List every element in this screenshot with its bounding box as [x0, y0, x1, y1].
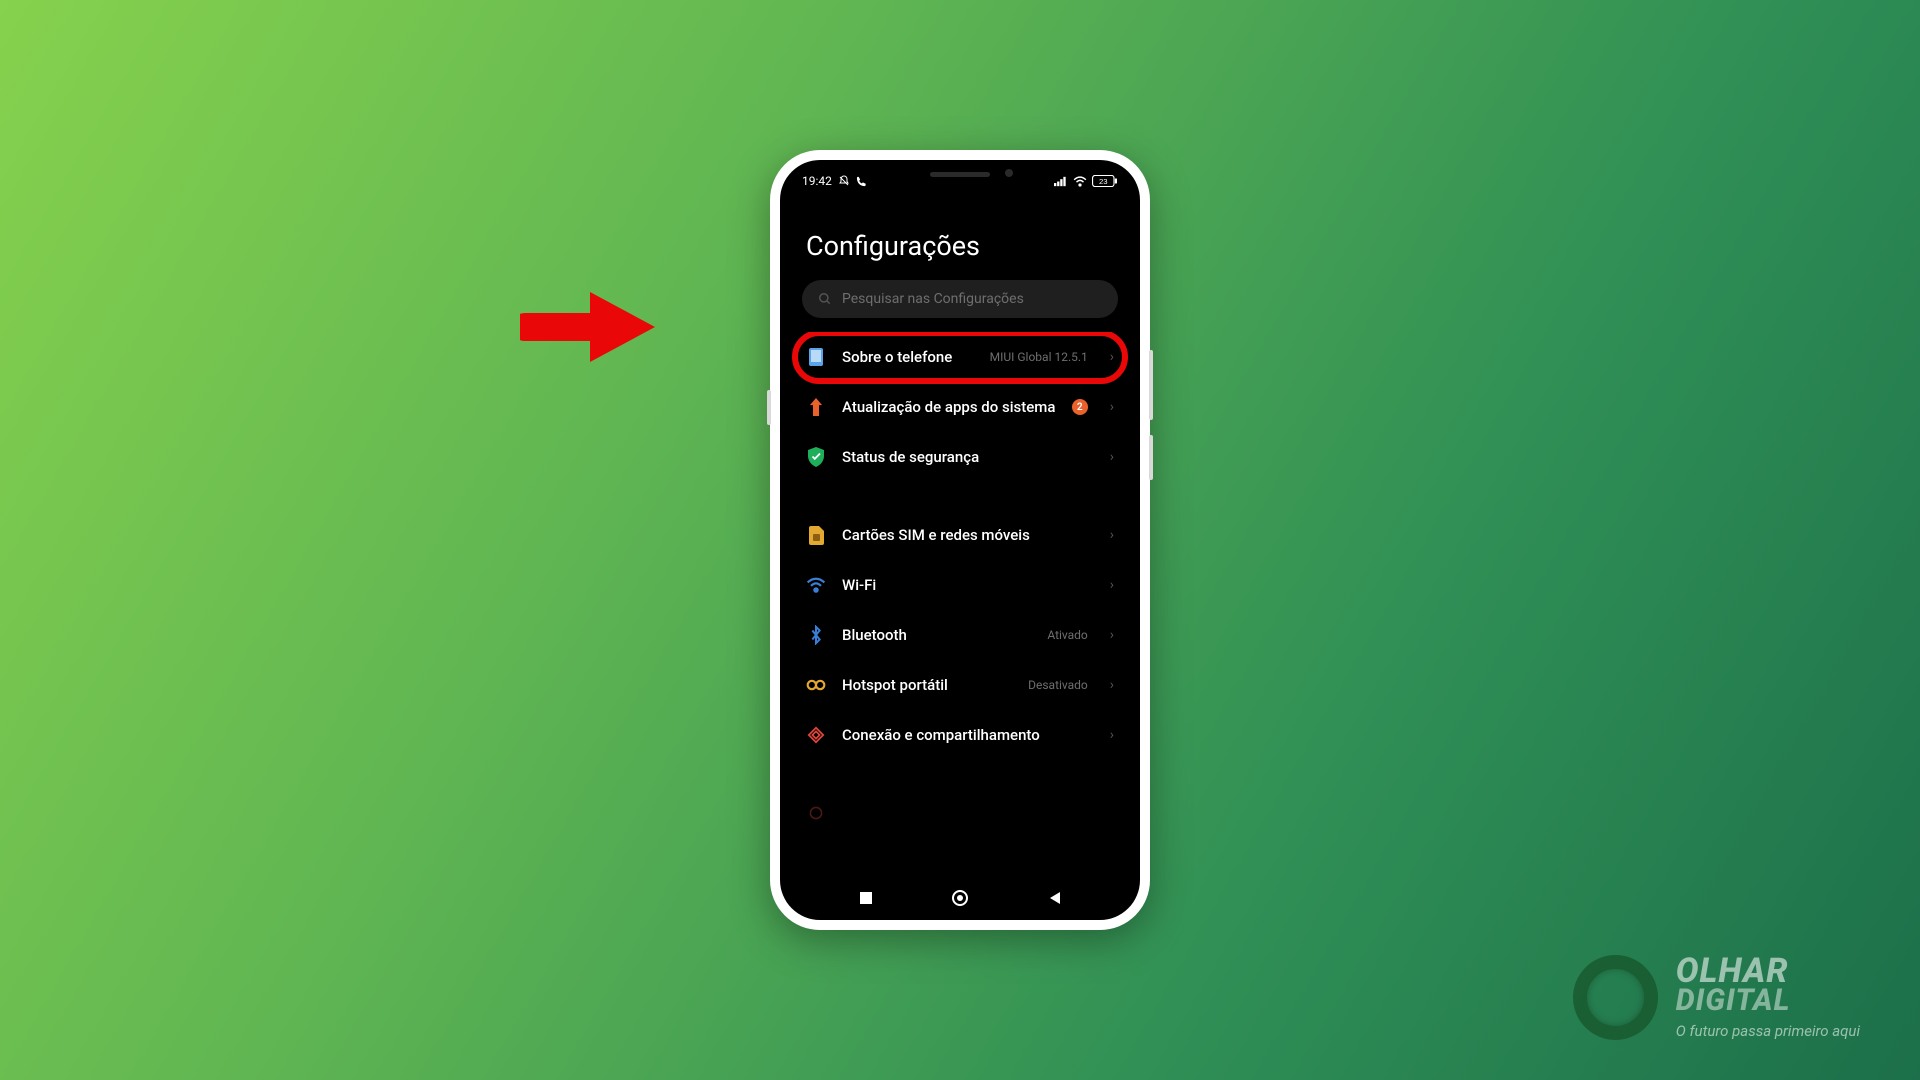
share-icon	[806, 725, 826, 745]
row-sub: Desativado	[1028, 678, 1088, 692]
logo-ring-icon	[1573, 955, 1658, 1040]
status-time: 19:42	[802, 174, 832, 188]
notification-badge: 2	[1072, 399, 1088, 415]
page-title: Configurações	[780, 188, 1140, 280]
signal-icon	[1054, 176, 1068, 187]
section-divider	[784, 760, 1136, 788]
watermark-line2: DIGITAL	[1676, 987, 1860, 1016]
android-nav-bar	[780, 876, 1140, 920]
phone-frame: 19:42 23	[770, 150, 1150, 930]
settings-list[interactable]: Sobre o telefone MIUI Global 12.5.1 › At…	[780, 332, 1140, 876]
row-bluetooth[interactable]: Bluetooth Ativado ›	[784, 610, 1136, 660]
wifi-status-icon	[1073, 176, 1087, 187]
row-security-status[interactable]: Status de segurança ›	[784, 432, 1136, 482]
row-about-phone[interactable]: Sobre o telefone MIUI Global 12.5.1 ›	[784, 332, 1136, 382]
sim-icon	[806, 525, 826, 545]
row-label: Bluetooth	[842, 626, 1031, 645]
chevron-right-icon: ›	[1110, 677, 1114, 693]
hotspot-icon	[806, 675, 826, 695]
notch	[930, 172, 990, 177]
row-label: Sobre o telefone	[842, 348, 974, 367]
volume-button	[1149, 350, 1153, 420]
power-button	[1149, 435, 1153, 480]
search-input[interactable]: Pesquisar nas Configurações	[802, 280, 1118, 318]
side-button	[767, 390, 771, 425]
chevron-right-icon: ›	[1110, 577, 1114, 593]
arrow-up-icon	[806, 397, 826, 417]
row-label: Wi-Fi	[842, 576, 1088, 595]
search-icon	[818, 292, 832, 306]
row-label: Hotspot portátil	[842, 676, 1012, 695]
phone-device-icon	[806, 347, 826, 367]
search-placeholder: Pesquisar nas Configurações	[842, 291, 1024, 307]
chevron-right-icon: ›	[1110, 727, 1114, 743]
row-label: .	[842, 804, 1114, 823]
back-button[interactable]	[1046, 889, 1064, 907]
home-button[interactable]	[951, 889, 969, 907]
display-icon	[806, 803, 826, 823]
watermark-logo: OLHAR DIGITAL O futuro passa primeiro aq…	[1573, 955, 1860, 1040]
wifi-icon	[806, 575, 826, 595]
row-system-apps-update[interactable]: Atualização de apps do sistema 2 ›	[784, 382, 1136, 432]
svg-text:23: 23	[1099, 177, 1108, 186]
row-label: Conexão e compartilhamento	[842, 726, 1088, 745]
chevron-right-icon: ›	[1110, 627, 1114, 643]
row-sub: MIUI Global 12.5.1	[990, 350, 1088, 364]
row-connection-sharing[interactable]: Conexão e compartilhamento ›	[784, 710, 1136, 760]
chevron-right-icon: ›	[1110, 399, 1114, 415]
row-label: Cartões SIM e redes móveis	[842, 526, 1088, 545]
battery-icon: 23	[1092, 175, 1118, 187]
section-divider	[784, 482, 1136, 510]
row-sub: Ativado	[1047, 628, 1087, 642]
red-arrow-annotation	[520, 282, 660, 372]
row-label: Status de segurança	[842, 448, 1088, 467]
row-hotspot[interactable]: Hotspot portátil Desativado ›	[784, 660, 1136, 710]
chevron-right-icon: ›	[1110, 527, 1114, 543]
bluetooth-icon	[806, 625, 826, 645]
recent-apps-button[interactable]	[857, 889, 875, 907]
row-label: Atualização de apps do sistema	[842, 398, 1056, 417]
chevron-right-icon: ›	[1110, 349, 1114, 365]
row-wifi[interactable]: Wi-Fi ›	[784, 560, 1136, 610]
watermark-tagline: O futuro passa primeiro aqui	[1676, 1022, 1860, 1040]
shield-icon	[806, 447, 826, 467]
phone-icon	[856, 176, 867, 187]
row-cutoff[interactable]: .	[784, 788, 1136, 838]
front-camera	[1005, 169, 1013, 177]
chevron-right-icon: ›	[1110, 449, 1114, 465]
row-sim-networks[interactable]: Cartões SIM e redes móveis ›	[784, 510, 1136, 560]
dnd-icon	[838, 175, 850, 187]
